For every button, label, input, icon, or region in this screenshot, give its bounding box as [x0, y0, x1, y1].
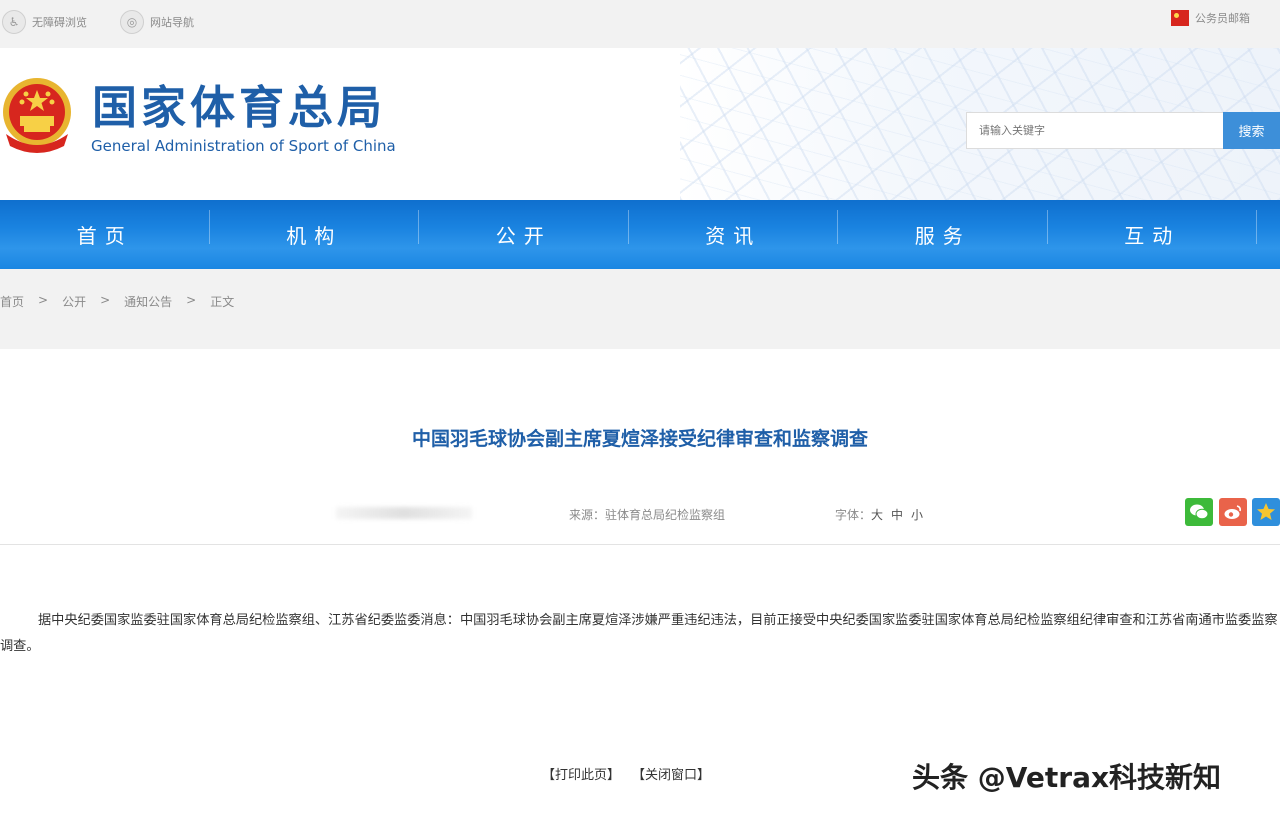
star-icon	[1257, 503, 1275, 520]
breadcrumb-current: 正文	[210, 295, 235, 309]
watermark: 头条 @Vetrax科技新知	[912, 761, 1222, 794]
accessibility-label: 无障碍浏览	[32, 16, 87, 29]
article-title: 中国羽毛球协会副主席夏煊泽接受纪律审查和监察调查	[411, 428, 868, 450]
font-small-option[interactable]: 小	[911, 508, 923, 522]
breadcrumb-bar: 首页 > 公开 > 通知公告 > 正文	[0, 269, 1280, 349]
accessibility-link[interactable]: ♿ 无障碍浏览	[2, 0, 87, 44]
font-large-option[interactable]: 大	[871, 508, 883, 522]
top-utility-bar: ♿ 无障碍浏览 ◎ 网站导航 公务员邮箱	[0, 0, 1280, 48]
font-medium-option[interactable]: 中	[891, 508, 903, 522]
font-size-label: 字体：	[835, 508, 872, 522]
wechat-icon	[1190, 504, 1209, 520]
print-page-link[interactable]: 【打印此页】	[542, 764, 620, 783]
article-body: 据中央纪委国家监委驻国家体育总局纪检监察组、江苏省纪委监委消息：中国羽毛球协会副…	[0, 613, 1278, 654]
accessibility-icon: ♿	[2, 10, 26, 34]
font-size-switcher: 字体：大中小	[835, 506, 923, 523]
share-wechat-button[interactable]	[1185, 498, 1213, 526]
publish-date-redacted	[336, 507, 472, 519]
nav-item-organization[interactable]: 机构	[210, 200, 420, 269]
nav-item-services[interactable]: 服务	[838, 200, 1048, 269]
close-window-link[interactable]: 【关闭窗口】	[632, 764, 710, 783]
nav-item-interaction[interactable]: 互动	[1048, 200, 1258, 269]
article-actions: 【打印此页】 【关闭窗口】	[542, 764, 722, 783]
site-nav-label: 网站导航	[150, 16, 194, 29]
breadcrumb-public[interactable]: 公开	[62, 293, 86, 310]
globe-icon: ◎	[120, 10, 144, 34]
site-nav-link[interactable]: ◎ 网站导航	[120, 0, 194, 44]
breadcrumb-separator: >	[100, 293, 111, 307]
mail-link[interactable]: 公务员邮箱	[1171, 10, 1250, 26]
mail-label: 公务员邮箱	[1195, 12, 1250, 25]
logo-english-name: General Administration of Sport of China	[91, 137, 396, 155]
site-header: 国家体育总局 General Administration of Sport o…	[0, 48, 1280, 200]
national-emblem-icon	[3, 78, 71, 153]
breadcrumb-separator: >	[38, 293, 49, 307]
breadcrumb: 首页 > 公开 > 通知公告 > 正文	[0, 293, 248, 310]
nav-item-news[interactable]: 资讯	[629, 200, 839, 269]
breadcrumb-separator: >	[186, 293, 197, 307]
breadcrumb-home[interactable]: 首页	[0, 293, 24, 310]
share-weibo-button[interactable]	[1219, 498, 1247, 526]
main-nav: 首页 机构 公开 资讯 服务 互动	[0, 200, 1280, 269]
search-button[interactable]: 搜索	[1223, 112, 1280, 149]
weibo-icon	[1224, 505, 1241, 519]
breadcrumb-notices[interactable]: 通知公告	[124, 293, 172, 310]
logo-chinese-name: 国家体育总局	[92, 81, 387, 134]
nav-item-public[interactable]: 公开	[419, 200, 629, 269]
flag-icon	[1171, 10, 1189, 26]
meta-divider	[0, 544, 1280, 545]
article-source: 来源：驻体育总局纪检监察组	[569, 508, 726, 522]
search-input[interactable]	[966, 112, 1224, 149]
nav-item-home[interactable]: 首页	[0, 200, 210, 269]
favorite-button[interactable]	[1252, 498, 1280, 526]
